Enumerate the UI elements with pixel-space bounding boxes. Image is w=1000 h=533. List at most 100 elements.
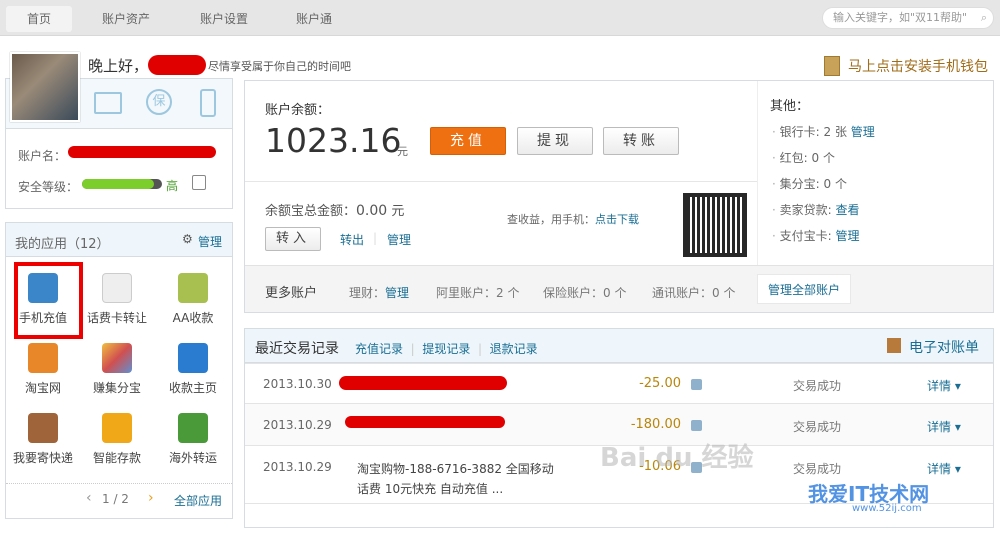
row-detail-link[interactable]: 详情 ▾ bbox=[927, 418, 961, 435]
refund-records-link[interactable]: 退款记录 bbox=[490, 342, 538, 356]
express-icon bbox=[28, 413, 58, 443]
recharge-button[interactable]: 充值 bbox=[430, 127, 506, 155]
install-wallet-link[interactable]: 马上点击安装手机钱包 bbox=[848, 56, 988, 76]
app-label: 话费卡转让 bbox=[86, 311, 147, 325]
apps-manage-link[interactable]: 管理 bbox=[198, 233, 222, 250]
redacted-account bbox=[68, 146, 216, 158]
statement-link[interactable]: 电子对账单 bbox=[909, 337, 979, 357]
app-taobao[interactable]: 淘宝网 bbox=[6, 343, 80, 396]
redacted-desc bbox=[339, 376, 507, 390]
other-list: 银行卡: 2 张 管理 红包: 0 个 集分宝: 0 个 卖家贷款: 查看 支付… bbox=[772, 123, 875, 253]
app-label: 智能存款 bbox=[92, 451, 141, 465]
tab-account-link[interactable]: 账户通 bbox=[284, 6, 344, 32]
balance-amount: 1023.16 bbox=[265, 121, 402, 160]
other-label: 卖家贷款: bbox=[779, 203, 832, 217]
tab-assets[interactable]: 账户资产 bbox=[90, 6, 162, 32]
app-aa[interactable]: AA收款 bbox=[156, 273, 230, 326]
manage-all-accounts-button[interactable]: 管理全部账户 bbox=[757, 274, 851, 304]
ali-accounts[interactable]: 阿里账户：2 个 bbox=[436, 284, 519, 301]
row-desc-2: 话费 10元快充 自动充值 ... bbox=[357, 482, 504, 496]
account-panel: 账户余额： 1023.16 元 充值 提现 转账 余额宝总金额：0.00 元 转… bbox=[244, 80, 994, 313]
row-detail-link[interactable]: 详情 ▾ bbox=[927, 377, 961, 394]
transfer-out-link[interactable]: 转出 bbox=[340, 231, 364, 248]
row-desc[interactable]: 淘宝购物-188-6716-3882 全国移动 bbox=[357, 460, 554, 477]
insurance-icon[interactable]: 保 bbox=[146, 89, 172, 115]
prev-page-icon[interactable]: ‹ bbox=[86, 490, 92, 506]
other-alipay-card: 支付宝卡: 管理 bbox=[772, 227, 875, 244]
tab-settings[interactable]: 账户设置 bbox=[188, 6, 260, 32]
greeting-message: 尽情享受属于你自己的时间吧 bbox=[208, 60, 351, 73]
transactions-title: 最近交易记录 bbox=[255, 341, 339, 357]
mobile-text: 查收益，用手机： bbox=[507, 213, 595, 226]
statement-icon bbox=[887, 338, 901, 353]
avatar[interactable] bbox=[10, 52, 80, 122]
licai-label: 理财： bbox=[349, 286, 386, 300]
top-nav: 首页 账户资产 账户设置 账户通 输入关键字，如"双11帮助" ⌕ bbox=[0, 0, 1000, 36]
balance-unit: 元 bbox=[397, 145, 408, 158]
id-card-icon[interactable] bbox=[94, 92, 122, 114]
app-homepage[interactable]: 收款主页 bbox=[156, 343, 230, 396]
download-link[interactable]: 点击下载 bbox=[595, 213, 639, 226]
redacted-name bbox=[148, 55, 206, 75]
yuebao-manage-link[interactable]: 管理 bbox=[387, 231, 411, 248]
watermark-baidu: Bai du 经验 bbox=[600, 443, 754, 473]
app-label: 手机充值 bbox=[18, 311, 67, 325]
app-label: 我要寄快递 bbox=[12, 451, 73, 465]
search-icon[interactable]: ⌕ bbox=[981, 8, 987, 28]
gear-icon[interactable]: ⚙ bbox=[182, 232, 193, 246]
app-jifenbao[interactable]: 赚集分宝 bbox=[80, 343, 154, 396]
app-express[interactable]: 我要寄快递 bbox=[6, 413, 80, 466]
app-label: 赚集分宝 bbox=[92, 381, 141, 395]
phone-icon[interactable] bbox=[200, 89, 216, 117]
row-status: 交易成功 bbox=[793, 420, 842, 434]
insurance-accounts[interactable]: 保险账户：0 个 bbox=[543, 284, 626, 301]
other-seller-loan: 卖家贷款: 查看 bbox=[772, 201, 875, 218]
withdraw-records-link[interactable]: 提现记录 bbox=[422, 342, 470, 356]
balance-label: 账户余额： bbox=[265, 103, 331, 118]
app-overseas[interactable]: 海外转运 bbox=[156, 413, 230, 466]
withdraw-button[interactable]: 提现 bbox=[517, 127, 593, 155]
yuebao-amount: 0.00 bbox=[356, 203, 388, 219]
licai-manage-link[interactable]: 管理 bbox=[385, 286, 409, 300]
search-input[interactable]: 输入关键字，如"双11帮助" ⌕ bbox=[822, 7, 994, 29]
alipay-card-manage-link[interactable]: 管理 bbox=[836, 229, 860, 243]
security-level: 高 bbox=[166, 179, 179, 193]
recharge-records-link[interactable]: 充值记录 bbox=[355, 342, 403, 356]
table-row: 2013.10.30 -25.00 交易成功 详情 ▾ bbox=[245, 363, 993, 403]
jifenbao-icon bbox=[102, 343, 132, 373]
dropdown-icon[interactable] bbox=[691, 379, 702, 390]
other-label: 集分宝: 0 个 bbox=[779, 177, 847, 191]
row-status: 交易成功 bbox=[793, 379, 842, 393]
row-date: 2013.10.29 bbox=[263, 418, 332, 432]
next-page-icon[interactable]: › bbox=[148, 490, 154, 506]
transfer-button[interactable]: 转账 bbox=[603, 127, 679, 155]
row-amount: -180.00 bbox=[630, 417, 681, 432]
dropdown-icon[interactable] bbox=[691, 420, 702, 431]
app-label: 淘宝网 bbox=[24, 381, 61, 395]
more-accounts-bar: 更多账户 理财：管理 阿里账户：2 个 保险账户：0 个 通讯账户：0 个 管理… bbox=[245, 265, 993, 312]
all-apps-link[interactable]: 全部应用 bbox=[174, 492, 222, 509]
bank-card-manage-link[interactable]: 管理 bbox=[851, 125, 875, 139]
transfer-in-button[interactable]: 转入 bbox=[265, 227, 321, 251]
security-cert-icon[interactable] bbox=[192, 175, 206, 190]
seller-loan-view-link[interactable]: 查看 bbox=[836, 203, 860, 217]
telecom-accounts[interactable]: 通讯账户：0 个 bbox=[652, 284, 735, 301]
other-label: 银行卡: 2 张 bbox=[779, 125, 847, 139]
search-placeholder: 输入关键字，如"双11帮助" bbox=[833, 11, 968, 24]
app-deposit[interactable]: 智能存款 bbox=[80, 413, 154, 466]
row-date: 2013.10.29 bbox=[263, 460, 332, 474]
yuebao-unit: 元 bbox=[391, 204, 405, 219]
row-amount: -25.00 bbox=[639, 376, 681, 391]
app-label: 海外转运 bbox=[168, 451, 217, 465]
greeting-hello: 晚上好， bbox=[88, 57, 149, 75]
apps-title: 我的应用（12） bbox=[15, 237, 110, 252]
contact-icon bbox=[178, 343, 208, 373]
tab-home[interactable]: 首页 bbox=[6, 6, 72, 32]
other-red-packet: 红包: 0 个 bbox=[772, 149, 875, 166]
yuebao-label: 余额宝总金额： bbox=[265, 204, 357, 219]
app-card-transfer[interactable]: 话费卡转让 bbox=[80, 273, 154, 326]
app-mobile-recharge[interactable]: 手机充值 bbox=[6, 273, 80, 326]
piggy-icon bbox=[102, 413, 132, 443]
row-detail-link[interactable]: 详情 ▾ bbox=[927, 460, 961, 477]
more-title: 更多账户 bbox=[265, 286, 318, 301]
